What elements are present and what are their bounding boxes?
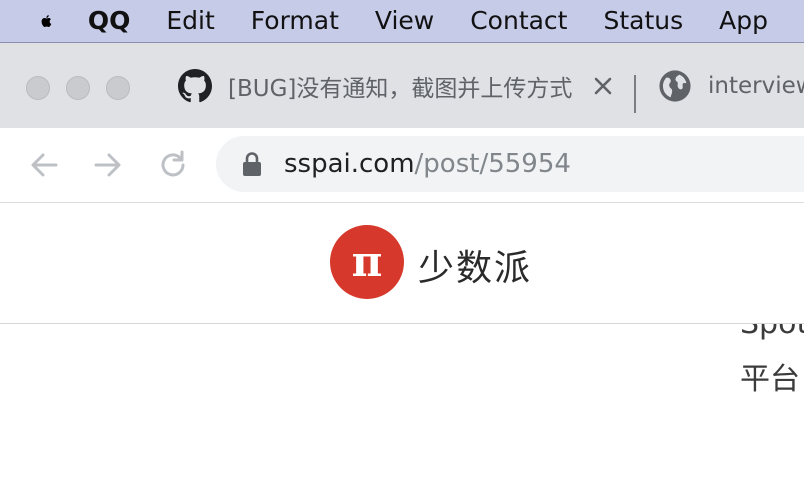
url-host: sspai.com: [284, 149, 415, 179]
back-arrow-icon[interactable]: [26, 147, 62, 183]
menu-format[interactable]: Format: [251, 0, 339, 42]
lock-icon[interactable]: [240, 151, 264, 177]
menu-contact[interactable]: Contact: [470, 0, 567, 42]
menu-status[interactable]: Status: [603, 0, 683, 42]
browser-toolbar: sspai.com/post/55954: [0, 128, 804, 203]
menu-bar: QQ Edit Format View Contact Status App: [0, 0, 804, 43]
site-name[interactable]: 少数派: [418, 239, 532, 291]
tab-title: [BUG]没有通知，截图并上传方式: [228, 75, 573, 102]
apple-icon[interactable]: [40, 5, 52, 37]
menu-app-name[interactable]: QQ: [88, 0, 131, 42]
site-header: π 少数派: [0, 203, 804, 324]
tab-active[interactable]: [BUG]没有通知，截图并上传方式: [160, 43, 625, 128]
menu-edit[interactable]: Edit: [166, 0, 214, 42]
menu-app[interactable]: App: [719, 0, 768, 42]
article-text-line: Spoti: [740, 324, 804, 341]
reload-icon[interactable]: [155, 147, 191, 183]
url-path: /post/55954: [414, 149, 571, 179]
tab-separator: [634, 75, 636, 113]
window-zoom-button[interactable]: [106, 76, 130, 100]
tab-strip: [BUG]没有通知，截图并上传方式 interview: [0, 43, 804, 128]
github-icon: [178, 68, 212, 102]
window-close-button[interactable]: [26, 76, 50, 100]
globe-icon: [659, 69, 691, 102]
article-content: Spoti 平台: [0, 324, 804, 492]
tab-title: interview: [708, 72, 804, 99]
article-text-line: 平台: [740, 362, 800, 397]
tab-interview[interactable]: interview: [640, 43, 804, 128]
forward-arrow-icon[interactable]: [90, 147, 126, 183]
address-bar[interactable]: sspai.com/post/55954: [216, 136, 804, 192]
close-icon[interactable]: [592, 75, 614, 97]
logo-glyph: π: [352, 237, 383, 286]
window-minimize-button[interactable]: [66, 76, 90, 100]
menu-view[interactable]: View: [375, 0, 434, 42]
sspai-logo-icon[interactable]: π: [330, 225, 404, 299]
